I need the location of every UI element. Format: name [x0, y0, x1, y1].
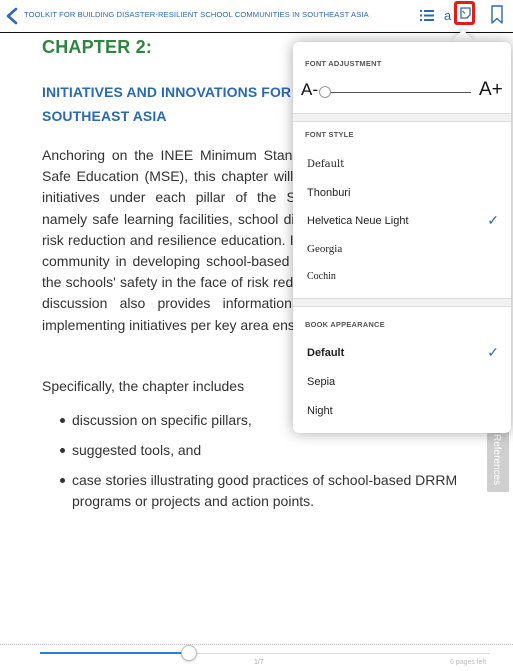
- page-scrubber-fill: [40, 652, 189, 654]
- font-size-slider-track[interactable]: [321, 92, 471, 93]
- chevron-left-icon[interactable]: [5, 7, 19, 25]
- table-of-contents-icon[interactable]: [420, 9, 434, 22]
- checkmark-icon: ✓: [487, 344, 499, 360]
- list-intro: Specifically, the chapter includes: [42, 378, 245, 394]
- top-toolbar: TOOLKIT FOR BUILDING DISASTER-RESILIENT …: [0, 0, 513, 32]
- font-size-slider-knob[interactable]: [319, 86, 331, 98]
- font-style-option-label: Georgia: [307, 243, 343, 255]
- checkmark-icon: ✓: [487, 212, 499, 228]
- font-adjustment-label: FONT ADJUSTMENT: [305, 59, 382, 68]
- toolbar-divider: [0, 32, 513, 33]
- appearance-option-label: Night: [307, 405, 333, 417]
- font-style-option[interactable]: Cochin: [293, 264, 511, 292]
- section-divider: [293, 113, 511, 122]
- list-item: case stories illustrating good practices…: [42, 470, 462, 512]
- font-style-option-label: Default: [307, 159, 345, 170]
- appearance-option[interactable]: Default ✓: [293, 340, 511, 368]
- font-style-option[interactable]: Default: [293, 152, 511, 180]
- font-style-option-label: Thonburi: [307, 187, 351, 199]
- page-number: 1/7: [254, 659, 264, 666]
- font-settings-popover: FONT ADJUSTMENT A- A+ FONT STYLE Default…: [293, 42, 511, 433]
- notes-icon[interactable]: [460, 7, 471, 19]
- pages-left: 6 pages left: [450, 659, 487, 666]
- footer-divider: [0, 644, 513, 646]
- font-style-option[interactable]: Georgia: [293, 236, 511, 264]
- font-style-label: FONT STYLE: [305, 130, 354, 139]
- font-style-option-label: Cochin: [307, 271, 336, 282]
- list-item: suggested tools, and: [42, 440, 462, 461]
- appearance-option-label: Default: [307, 347, 345, 359]
- font-style-option-label: Helvetica Neue Light: [307, 215, 409, 227]
- decrease-font-button[interactable]: A-: [301, 80, 318, 100]
- font-style-option[interactable]: Helvetica Neue Light ✓: [293, 208, 511, 236]
- font-style-option[interactable]: Thonburi: [293, 180, 511, 208]
- references-tab[interactable]: References: [487, 432, 509, 492]
- increase-font-button[interactable]: A+: [479, 79, 503, 101]
- appearance-option[interactable]: Night: [293, 398, 511, 426]
- section-divider: [293, 298, 511, 307]
- book-title[interactable]: TOOLKIT FOR BUILDING DISASTER-RESILIENT …: [24, 10, 369, 19]
- references-tab-label: References: [491, 434, 502, 486]
- appearance-option-label: Sepia: [307, 376, 336, 388]
- appearance-option[interactable]: Sepia: [293, 369, 511, 397]
- chapter-heading: CHAPTER 2:: [42, 37, 153, 57]
- page-scrubber-knob[interactable]: [180, 645, 197, 661]
- bookmark-icon[interactable]: [491, 5, 503, 24]
- font-settings-button[interactable]: a: [444, 8, 451, 23]
- book-appearance-label: BOOK APPEARANCE: [305, 320, 385, 329]
